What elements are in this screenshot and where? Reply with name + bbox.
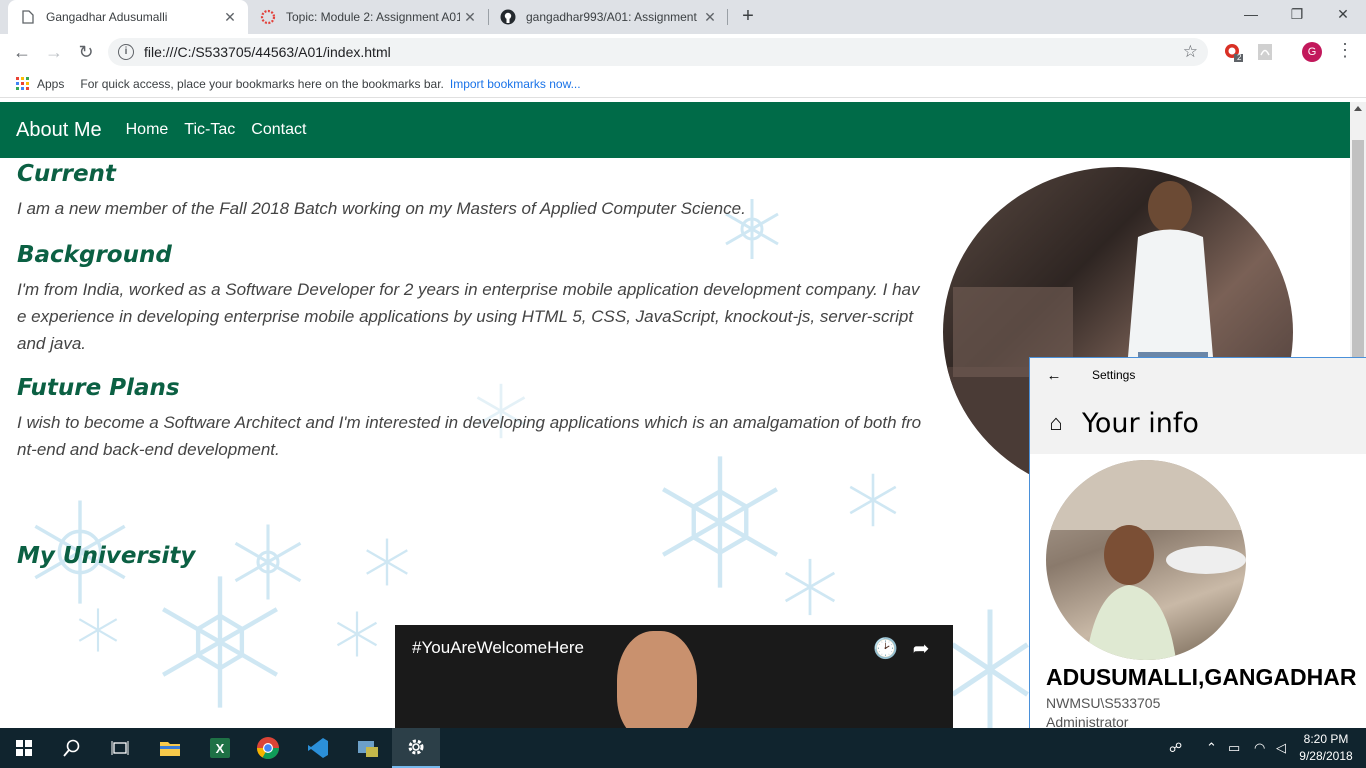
taskbar-clock[interactable]: 8:20 PM 9/28/2018: [1294, 731, 1358, 765]
video-title[interactable]: #YouAreWelcomeHere: [412, 638, 584, 658]
battery-icon[interactable]: ▭: [1228, 740, 1240, 756]
chevron-up-icon[interactable]: ⌃: [1206, 740, 1217, 756]
back-arrow-icon[interactable]: ←: [1030, 367, 1078, 384]
snowflake-icon: [336, 611, 378, 657]
search-icon[interactable]: [48, 728, 96, 768]
tab-github[interactable]: gangadhar993/A01: Assignment ✕: [488, 0, 728, 34]
main-content: Current I am a new member of the Fall 20…: [17, 158, 927, 569]
page-title: Your info: [1082, 407, 1199, 439]
windows-taskbar: X ☍ ⌃ ▭ ◠ ◁ 8:20 PM 9/28/2018: [0, 728, 1366, 768]
browser-tab-strip: Gangadhar Adusumalli ✕ Topic: Module 2: …: [0, 0, 1366, 34]
extension-badge: 2: [1237, 53, 1242, 62]
settings-title: Settings: [1092, 368, 1136, 382]
settings-titlebar: ← Settings: [1030, 358, 1366, 392]
clock-date: 9/28/2018: [1299, 749, 1353, 763]
info-icon[interactable]: i: [118, 44, 134, 60]
windows-start-icon[interactable]: [0, 728, 48, 768]
vscode-icon[interactable]: [294, 728, 342, 768]
profile-avatar[interactable]: G: [1302, 42, 1322, 62]
menu-icon[interactable]: ⋮: [1336, 40, 1354, 61]
section-text-future-plans: I wish to become a Software Architect an…: [17, 413, 922, 459]
home-icon[interactable]: ⌂: [1030, 410, 1082, 436]
settings-header: ⌂ Your info: [1030, 392, 1366, 454]
address-bar[interactable]: i file:///C:/S533705/44563/A01/index.htm…: [108, 38, 1208, 66]
settings-window: ← Settings ⌂ Your info ADUSUMALLI,GANGAD…: [1029, 357, 1366, 728]
tab-separator: [727, 9, 728, 25]
account-photo: [1046, 460, 1246, 660]
snowflake-icon: [162, 576, 278, 708]
scrollbar-thumb[interactable]: [1352, 140, 1364, 365]
forward-button[interactable]: →: [42, 40, 66, 64]
close-tab-icon[interactable]: ✕: [220, 9, 240, 26]
browser-toolbar: ← → ↻ i file:///C:/S533705/44563/A01/ind…: [0, 34, 1366, 70]
task-view-icon[interactable]: [96, 728, 144, 768]
account-name: ADUSUMALLI,GANGADHAR: [1046, 664, 1357, 690]
close-window-button[interactable]: ✕: [1320, 0, 1366, 30]
section-text-current: I am a new member of the Fall 2018 Batch…: [17, 199, 746, 218]
apps-link[interactable]: Apps: [37, 77, 64, 91]
back-button[interactable]: ←: [10, 40, 34, 64]
new-tab-button[interactable]: +: [736, 4, 760, 28]
import-bookmarks-link[interactable]: Import bookmarks now...: [450, 77, 581, 91]
reload-button[interactable]: ↻: [74, 40, 98, 64]
svg-text:X: X: [216, 741, 225, 756]
scroll-up-arrow-icon[interactable]: [1354, 106, 1362, 111]
chrome-icon[interactable]: [244, 728, 292, 768]
wifi-icon[interactable]: ◠: [1254, 740, 1265, 756]
close-tab-icon[interactable]: ✕: [460, 9, 480, 26]
pdf-extension-icon[interactable]: [1256, 43, 1274, 61]
volume-icon[interactable]: ◁: [1276, 740, 1286, 756]
bookmark-star-icon[interactable]: ☆: [1183, 42, 1198, 62]
nav-contact[interactable]: Contact: [251, 121, 306, 139]
site-brand[interactable]: About Me: [16, 119, 102, 142]
tab-title: Gangadhar Adusumalli: [46, 10, 168, 24]
snowflake-icon: [78, 608, 118, 652]
extension-icon[interactable]: 2: [1224, 43, 1243, 62]
url-text: file:///C:/S533705/44563/A01/index.html: [144, 44, 391, 60]
canvas-icon: [260, 9, 276, 25]
excel-icon[interactable]: X: [196, 728, 244, 768]
account-id: NWMSU\S533705: [1046, 695, 1161, 711]
tab-title: Topic: Module 2: Assignment A01: [286, 10, 460, 24]
settings-icon[interactable]: [392, 728, 440, 768]
apps-grid-icon[interactable]: [16, 77, 29, 90]
restore-button[interactable]: ❐: [1274, 0, 1320, 30]
site-navbar: About Me Home Tic-Tac Contact: [0, 102, 1350, 158]
tab-title: gangadhar993/A01: Assignment: [526, 10, 697, 24]
bookmarks-hint: For quick access, place your bookmarks h…: [80, 76, 444, 91]
minimize-button[interactable]: —: [1228, 0, 1274, 30]
github-icon: [500, 9, 516, 25]
video-embed[interactable]: #YouAreWelcomeHere 🕑 ➦: [395, 625, 953, 728]
section-heading-current: Current: [17, 161, 116, 187]
share-icon[interactable]: ➦: [909, 637, 933, 661]
file-explorer-icon[interactable]: [146, 728, 194, 768]
nav-home[interactable]: Home: [126, 121, 169, 139]
tab-canvas[interactable]: Topic: Module 2: Assignment A01 ✕: [248, 0, 488, 34]
app-icon[interactable]: [344, 728, 392, 768]
snowflake-icon: [951, 609, 1029, 728]
section-heading-future-plans: Future Plans: [17, 375, 180, 401]
video-thumbnail: [617, 631, 697, 728]
close-tab-icon[interactable]: ✕: [700, 9, 720, 26]
bookmarks-bar: Apps For quick access, place your bookma…: [0, 70, 1366, 98]
section-heading-my-university: My University: [17, 543, 196, 569]
nav-tic-tac[interactable]: Tic-Tac: [184, 121, 235, 139]
section-heading-background: Background: [17, 242, 172, 268]
tab-gangadhar[interactable]: Gangadhar Adusumalli ✕: [8, 0, 248, 34]
people-icon[interactable]: ☍: [1169, 740, 1182, 756]
account-role: Administrator: [1046, 714, 1129, 728]
page-icon: [20, 9, 36, 25]
watch-later-icon[interactable]: 🕑: [873, 637, 898, 661]
clock-time: 8:20 PM: [1303, 732, 1349, 746]
section-text-background: I'm from India, worked as a Software Dev…: [17, 280, 920, 353]
